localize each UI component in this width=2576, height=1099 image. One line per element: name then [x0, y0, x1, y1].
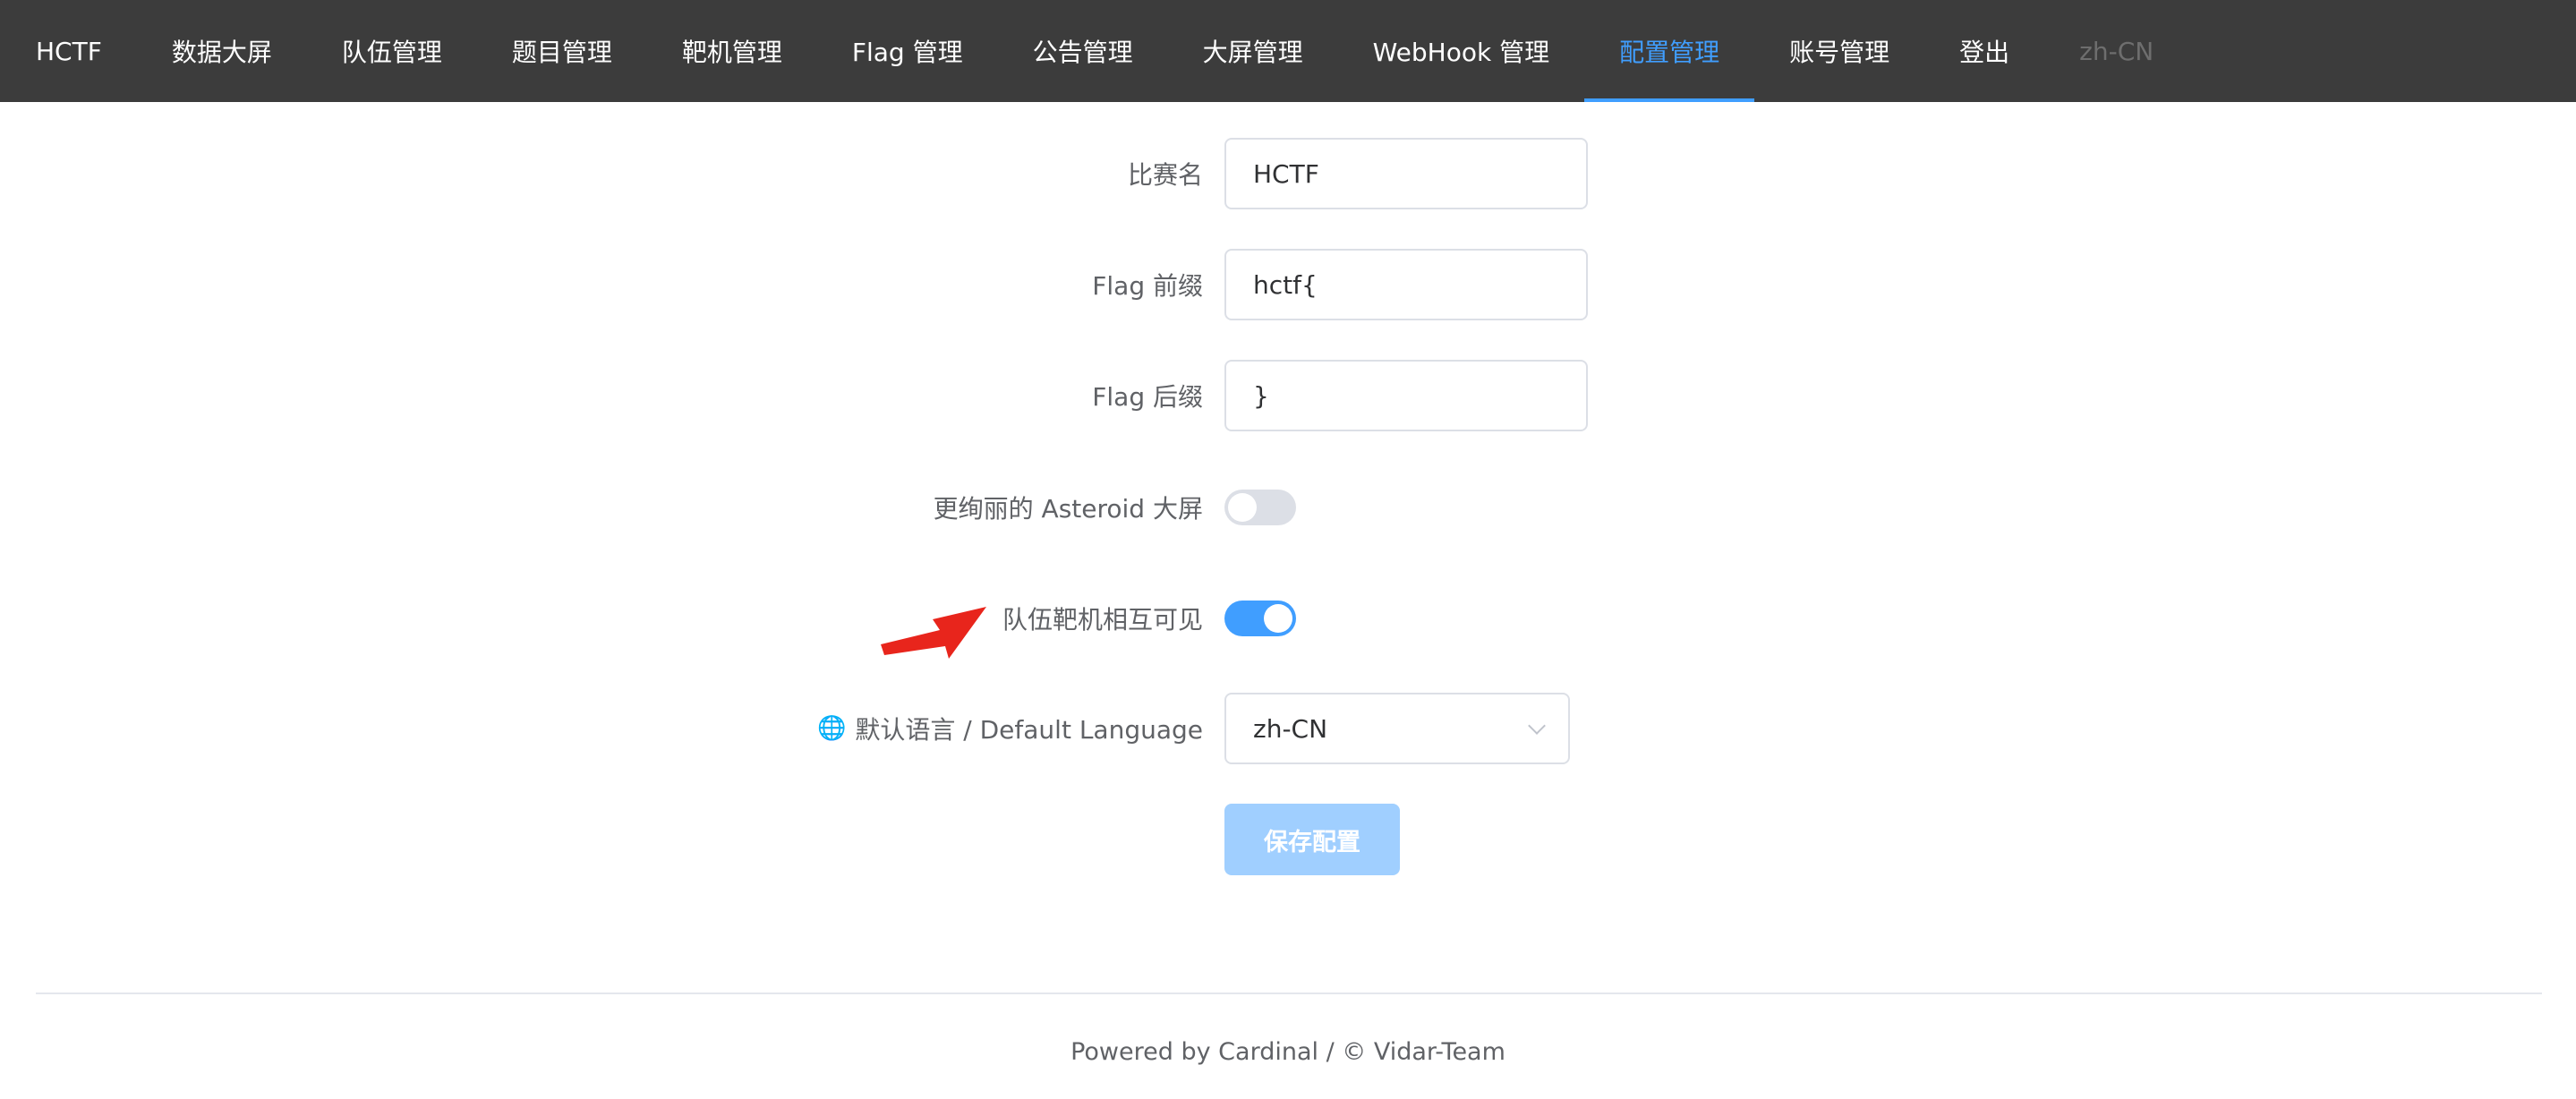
nav-item-dashboard[interactable]: 数据大屏	[137, 0, 307, 102]
competition-name-input[interactable]	[1224, 138, 1588, 209]
competition-name-label: 比赛名	[1127, 160, 1203, 190]
nav-item-webhooks[interactable]: WebHook 管理	[1338, 0, 1584, 102]
footer-divider	[36, 993, 2542, 994]
asteroid-screen-label: 更绚丽的 Asteroid 大屏	[933, 494, 1203, 524]
nav-item-bulletins[interactable]: 公告管理	[998, 0, 1168, 102]
footer-text: Powered by Cardinal / © Vidar-Team	[1070, 1038, 1506, 1066]
form-row-flag-suffix: Flag 后缀	[0, 360, 2576, 431]
team-machines-visible-label: 队伍靶机相互可见	[1002, 605, 1203, 635]
flag-suffix-label: Flag 后缀	[1092, 382, 1203, 412]
flag-prefix-label: Flag 前缀	[1092, 271, 1203, 301]
default-language-label-text: 默认语言 / Default Language	[855, 715, 1203, 745]
nav-item-config[interactable]: 配置管理	[1584, 0, 1755, 102]
default-language-label: 🌐 默认语言 / Default Language	[817, 693, 1203, 764]
chevron-down-icon	[1528, 717, 1546, 735]
form-row-asteroid-screen: 更绚丽的 Asteroid 大屏	[0, 472, 2576, 543]
globe-icon: 🌐	[817, 715, 847, 742]
default-language-value: zh-CN	[1253, 713, 1328, 744]
arrow-shape	[881, 607, 986, 659]
top-navigation: HCTF 数据大屏 队伍管理 题目管理 靶机管理 Flag 管理 公告管理 大屏…	[0, 0, 2576, 102]
toggle-knob	[1228, 493, 1257, 522]
nav-item-accounts[interactable]: 账号管理	[1754, 0, 1924, 102]
toggle-knob	[1264, 604, 1292, 633]
nav-item-challenges[interactable]: 题目管理	[477, 0, 647, 102]
form-row-competition-name: 比赛名	[0, 138, 2576, 209]
nav-item-flags[interactable]: Flag 管理	[817, 0, 998, 102]
form-row-team-machines-visible: 队伍靶机相互可见	[0, 583, 2576, 654]
form-row-flag-prefix: Flag 前缀	[0, 249, 2576, 320]
asteroid-screen-toggle[interactable]	[1224, 490, 1296, 525]
team-machines-visible-toggle[interactable]	[1224, 601, 1296, 636]
default-language-select[interactable]: zh-CN	[1224, 693, 1570, 764]
nav-item-gameboxes[interactable]: 靶机管理	[647, 0, 817, 102]
nav-item-teams[interactable]: 队伍管理	[307, 0, 477, 102]
save-config-button[interactable]: 保存配置	[1224, 804, 1400, 875]
red-arrow-annotation	[881, 607, 986, 659]
flag-prefix-input[interactable]	[1224, 249, 1588, 320]
form-row-default-language: 🌐 默认语言 / Default Language zh-CN	[0, 693, 2576, 764]
nav-item-logout[interactable]: 登出	[1924, 0, 2044, 102]
flag-suffix-input[interactable]	[1224, 360, 1588, 431]
nav-item-home[interactable]: HCTF	[1, 0, 137, 102]
nav-language-selector[interactable]: zh-CN	[2044, 0, 2188, 102]
nav-item-screens[interactable]: 大屏管理	[1168, 0, 1338, 102]
